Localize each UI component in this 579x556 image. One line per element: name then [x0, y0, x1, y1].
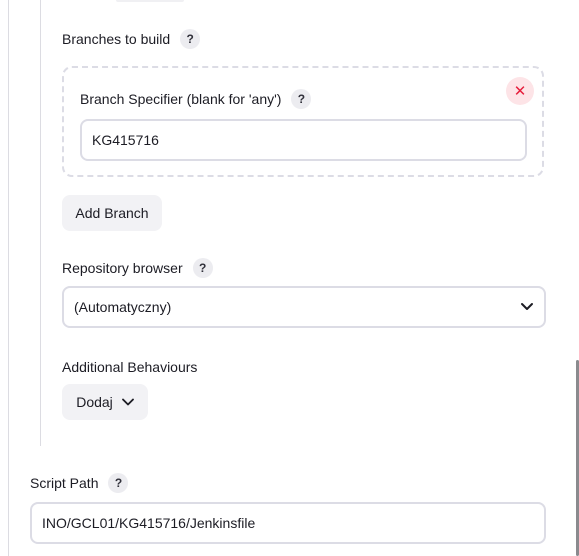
add-branch-button[interactable]: Add Branch [62, 195, 162, 231]
script-path-help-icon[interactable]: ? [108, 473, 129, 493]
section-divider-outer [8, 0, 9, 556]
branch-specifier-input[interactable] [80, 119, 527, 161]
branches-help-icon[interactable]: ? [180, 29, 201, 49]
chevron-down-icon [521, 303, 533, 310]
branches-to-build-label: Branches to build [62, 31, 171, 47]
script-path-input[interactable] [30, 502, 546, 544]
chevron-down-icon [121, 398, 134, 406]
pipeline-scm-config: Branches to build ? Branch Specifier (bl… [0, 0, 579, 556]
add-behaviour-label: Dodaj [76, 394, 113, 410]
repository-browser-help-icon[interactable]: ? [192, 258, 213, 278]
branches-to-build-row: Branches to build ? [62, 29, 201, 49]
section-divider-inner [40, 0, 41, 446]
script-path-row: Script Path ? [30, 473, 129, 493]
repository-browser-row: Repository browser ? [62, 258, 213, 278]
additional-behaviours-label: Additional Behaviours [62, 359, 198, 375]
script-path-label: Script Path [30, 475, 99, 491]
repository-browser-select[interactable]: (Automatyczny) [62, 286, 546, 328]
add-branch-label: Add Branch [75, 205, 149, 221]
repository-browser-selected: (Automatyczny) [74, 299, 172, 315]
previous-button-edge[interactable] [116, 0, 184, 2]
add-behaviour-button[interactable]: Dodaj [62, 384, 148, 420]
branch-specifier-row: Branch Specifier (blank for 'any') ? [80, 89, 312, 109]
branch-specifier-label: Branch Specifier (blank for 'any') [80, 91, 282, 107]
remove-branch-button[interactable]: ✕ [506, 77, 534, 105]
close-icon: ✕ [513, 83, 527, 100]
branch-specifier-help-icon[interactable]: ? [291, 89, 312, 109]
repository-browser-label: Repository browser [62, 260, 183, 276]
additional-behaviours-row: Additional Behaviours [62, 359, 197, 375]
